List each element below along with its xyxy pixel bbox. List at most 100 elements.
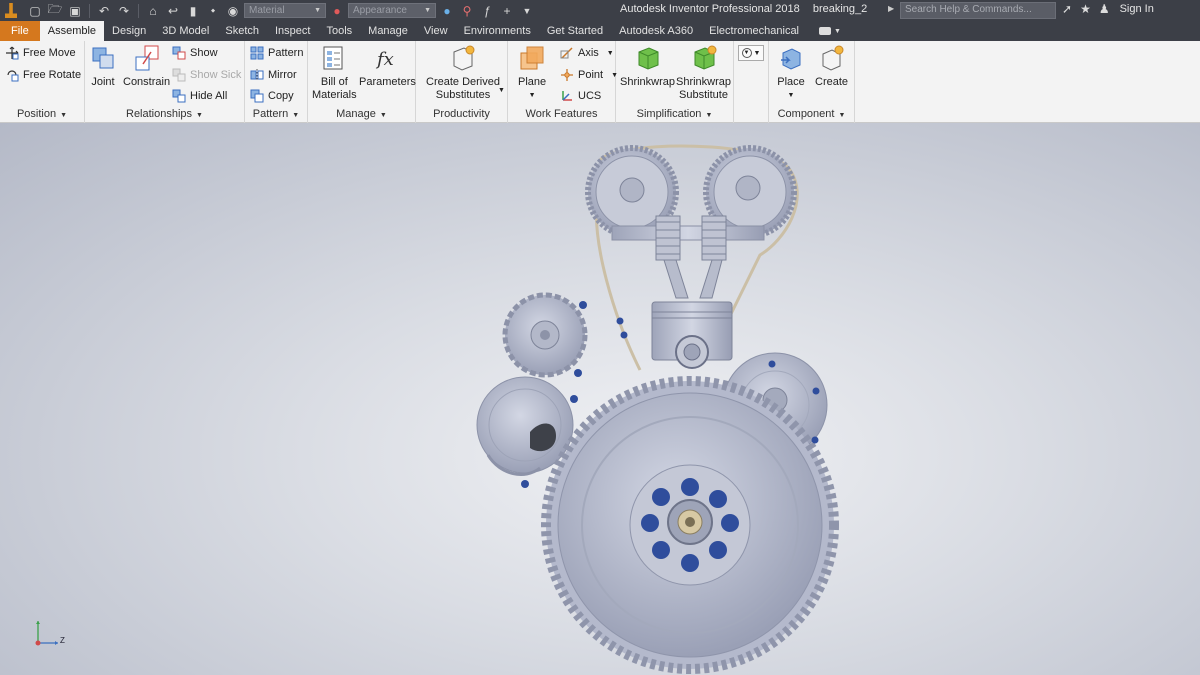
communication-icon[interactable]: ➚ xyxy=(1062,2,1072,16)
return-icon[interactable]: ↩ xyxy=(164,2,182,19)
create-button[interactable]: Create xyxy=(815,44,848,89)
fx-icon[interactable]: ƒ xyxy=(478,2,496,19)
intake-valve[interactable] xyxy=(663,259,689,299)
free-rotate-button[interactable]: Free Rotate xyxy=(5,66,81,84)
camshaft[interactable] xyxy=(611,225,765,241)
undo-icon[interactable]: ↶ xyxy=(95,2,113,19)
measure-icon[interactable]: ⚲ xyxy=(458,2,476,19)
distributor[interactable] xyxy=(502,292,588,378)
tab-3d-model[interactable]: 3D Model xyxy=(154,21,217,41)
clear-appearance-icon[interactable]: ● xyxy=(438,2,456,19)
panel-title-pattern[interactable]: Pattern ▼ xyxy=(245,108,307,123)
customize-arrow-icon[interactable]: ▼ xyxy=(518,2,536,19)
tab-environments[interactable]: Environments xyxy=(456,21,539,41)
shrinkwrap-substitute-icon xyxy=(694,45,717,70)
camera-icon xyxy=(819,27,831,35)
graphics-viewport[interactable]: Z xyxy=(0,123,1200,675)
place-button[interactable]: Place ▼ xyxy=(777,44,805,102)
bill-of-materials-icon xyxy=(323,46,343,70)
appearance-sphere-icon[interactable]: ● xyxy=(328,2,346,19)
show-sick-icon xyxy=(172,68,186,82)
panel-title-position[interactable]: Position ▼ xyxy=(0,108,84,123)
tab-sketch[interactable]: Sketch xyxy=(217,21,267,41)
search-input[interactable]: Search Help & Commands... xyxy=(900,2,1056,19)
free-move-button[interactable]: Free Move xyxy=(5,44,76,62)
select-filter-icon[interactable]: ⬩ xyxy=(204,2,222,19)
material-combo[interactable]: Material ▼ xyxy=(244,3,326,18)
panel-work-features: Plane ▼ Axis ▼ Point ▼ UCS Work Features xyxy=(508,41,618,123)
inventor-logo-icon[interactable] xyxy=(0,0,22,21)
panel-title-simplification[interactable]: Simplification ▼ xyxy=(616,108,733,123)
tab-electromechanical[interactable]: Electromechanical xyxy=(701,21,807,41)
panel-title-work-features[interactable]: Work Features xyxy=(508,108,615,123)
ribbon-display-options[interactable]: ▼ xyxy=(807,21,841,41)
home-icon[interactable]: ⌂ xyxy=(144,2,162,19)
panel-title-component[interactable]: Component ▼ xyxy=(769,108,854,123)
ucs-icon xyxy=(562,91,572,101)
panel-title-productivity[interactable]: Productivity xyxy=(416,108,507,123)
favorites-star-icon[interactable]: ★ xyxy=(1080,2,1091,16)
place-component-icon xyxy=(781,48,801,70)
shrinkwrap-substitute-button[interactable]: Shrinkwrap Substitute xyxy=(676,44,731,102)
update-icon[interactable]: ▮ xyxy=(184,2,202,19)
valve-spring-right[interactable] xyxy=(701,215,727,261)
panel-productivity: Create Derived Substitutes ▼ Productivit… xyxy=(416,41,508,123)
view-triad-icon xyxy=(35,621,58,646)
user-icon[interactable]: ♟ xyxy=(1099,2,1110,16)
plus-icon[interactable]: + xyxy=(498,2,516,19)
create-derived-substitutes-button[interactable]: Create Derived Substitutes xyxy=(426,44,500,102)
point-button[interactable]: Point ▼ xyxy=(560,66,618,84)
tab-view[interactable]: View xyxy=(416,21,456,41)
valve-spring-left[interactable] xyxy=(655,215,681,261)
tab-file[interactable]: File xyxy=(0,21,40,41)
ribbon: Free Move Free Rotate Position ▼ Joint Co… xyxy=(0,41,1200,123)
tab-assemble[interactable]: Assemble xyxy=(39,21,105,41)
pattern-button[interactable]: Pattern xyxy=(250,44,303,62)
plane-button[interactable]: Plane ▼ xyxy=(518,44,546,102)
ucs-button[interactable]: UCS xyxy=(560,87,601,105)
dropdown-arrow-icon: ▼ xyxy=(753,49,761,57)
tab-design[interactable]: Design xyxy=(104,21,154,41)
search-expand-icon[interactable]: ▶ xyxy=(888,4,894,13)
tab-manage[interactable]: Manage xyxy=(360,21,416,41)
panel-title-relationships[interactable]: Relationships ▼ xyxy=(85,108,244,123)
water-pump[interactable] xyxy=(476,376,574,476)
shrinkwrap-button[interactable]: Shrinkwrap xyxy=(620,44,675,89)
hide-all-button[interactable]: Hide All xyxy=(172,87,227,105)
show-button[interactable]: Show xyxy=(172,44,218,62)
free-move-icon xyxy=(6,46,19,60)
flywheel-gear[interactable] xyxy=(541,376,839,674)
parameters-button[interactable]: fx Parameters xyxy=(359,44,416,89)
redo-icon[interactable]: ↷ xyxy=(115,2,133,19)
open-folder-icon[interactable]: 🗁 xyxy=(46,2,64,19)
engine-assembly-model[interactable] xyxy=(0,123,1200,675)
tab-inspect[interactable]: Inspect xyxy=(267,21,318,41)
bill-of-materials-button[interactable]: Bill of Materials xyxy=(312,44,357,102)
sign-in-link[interactable]: Sign In xyxy=(1120,3,1154,15)
piston[interactable] xyxy=(651,301,733,369)
new-file-icon[interactable]: ▢ xyxy=(26,2,44,19)
mirror-button[interactable]: Mirror xyxy=(250,66,297,84)
view-style-dropdown[interactable]: ▼ ▼ xyxy=(738,45,764,61)
copy-button[interactable]: Copy xyxy=(250,87,294,105)
panel-extra: ▼ ▼ xyxy=(734,41,769,123)
exhaust-valve[interactable] xyxy=(699,259,723,299)
globe-icon[interactable]: ◉ xyxy=(224,2,242,19)
tab-get-started[interactable]: Get Started xyxy=(539,21,611,41)
tab-tools[interactable]: Tools xyxy=(318,21,360,41)
axis-button[interactable]: Axis ▼ xyxy=(560,44,614,62)
work-point-icon xyxy=(561,69,573,81)
tab-autodesk-a360[interactable]: Autodesk A360 xyxy=(611,21,701,41)
joint-icon xyxy=(92,47,114,69)
productivity-dropdown-arrow-icon[interactable]: ▼ xyxy=(498,87,505,94)
appearance-combo[interactable]: Appearance ▼ xyxy=(348,3,436,18)
fx-parameters-icon: fx xyxy=(375,49,394,70)
constrain-icon xyxy=(135,45,159,71)
save-icon[interactable]: ▣ xyxy=(66,2,84,19)
pattern-icon xyxy=(250,46,264,60)
panel-title-manage[interactable]: Manage ▼ xyxy=(308,108,415,123)
constrain-button[interactable]: Constrain xyxy=(123,44,170,89)
filter-icon: ▼ xyxy=(741,48,752,58)
show-sick-button[interactable]: Show Sick xyxy=(172,66,241,84)
joint-button[interactable]: Joint xyxy=(89,44,117,89)
